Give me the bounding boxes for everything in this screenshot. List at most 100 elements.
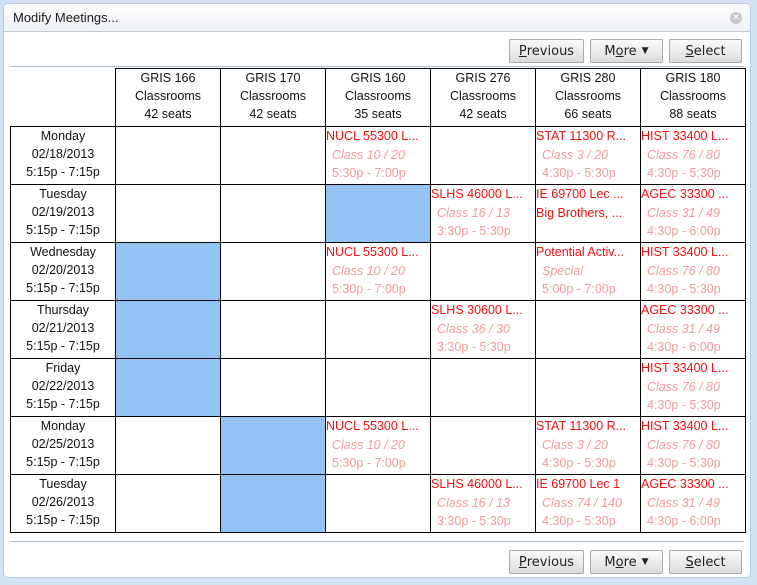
slot-date: 02/25/2013: [31, 437, 95, 451]
event-type-enrollment: Class 10 / 20: [332, 147, 405, 162]
room-seats: 35 seats: [354, 107, 402, 121]
event-title: IE 69700 Lec ...: [536, 187, 624, 201]
event-title: NUCL 55300 L...: [326, 129, 419, 143]
grid-cell-selected[interactable]: [115, 358, 221, 417]
grid-cell-booked[interactable]: NUCL 55300 L... Class 10 / 20 5:30p - 7:00…: [325, 126, 431, 185]
previous-accel: P: [518, 554, 527, 570]
slot-date: 02/19/2013: [31, 205, 95, 219]
slot-day: Friday: [45, 361, 81, 375]
grid-cell-booked[interactable]: STAT 11300 R... Class 3 / 20 4:30p - 5:30p: [535, 416, 641, 475]
room-header: GRIS 170 Classrooms 42 seats: [220, 68, 326, 127]
room-name: GRIS 166: [140, 71, 196, 85]
grid-cell-booked[interactable]: HIST 33400 L... Class 76 / 80 4:30p - 5:30…: [640, 126, 746, 185]
select-button[interactable]: Select: [669, 39, 742, 63]
grid-cell-booked[interactable]: HIST 33400 L... Class 76 / 80 4:30p - 5:30…: [640, 358, 746, 417]
grid-cell-empty[interactable]: [220, 126, 326, 185]
grid-cell-booked[interactable]: STAT 11300 R... Class 3 / 20 4:30p - 5:30p: [535, 126, 641, 185]
slot-date: 02/20/2013: [31, 263, 95, 277]
close-icon[interactable]: ×: [730, 12, 742, 24]
grid-cell-selected[interactable]: [115, 300, 221, 359]
room-header: GRIS 166 Classrooms 42 seats: [115, 68, 221, 127]
modify-meetings-dialog: Modify Meetings... × Previous Mo re ▼ Sele…: [4, 4, 750, 577]
grid-cell-booked[interactable]: IE 69700 Lec ... Big Brothers, ...: [535, 184, 641, 243]
grid-cell-empty[interactable]: [535, 358, 641, 417]
event-type-enrollment: Class 3 / 20: [542, 147, 609, 162]
previous-button-bottom[interactable]: Previous: [509, 550, 584, 574]
grid-cell-selected[interactable]: [115, 242, 221, 301]
room-header: GRIS 276 Classrooms 42 seats: [430, 68, 536, 127]
table-row: Monday 02/25/2013 5:15p - 7:15p NUCL 55300 …: [10, 416, 746, 475]
grid-cell-empty[interactable]: [115, 126, 221, 185]
event-time: 3:30p - 5:30p: [437, 224, 511, 238]
grid-cell-booked[interactable]: SLHS 46000 L... Class 16 / 13 3:30p - 5:30…: [430, 474, 536, 533]
select-button-bottom[interactable]: Select: [669, 550, 742, 574]
event-title: SLHS 46000 L...: [431, 477, 523, 491]
previous-button[interactable]: Previous: [509, 39, 584, 63]
grid-cell-empty[interactable]: [535, 300, 641, 359]
event-title: NUCL 55300 L...: [326, 245, 419, 259]
select-accel: S: [685, 554, 694, 570]
select-accel: S: [685, 43, 694, 59]
more-accel: o: [615, 43, 624, 59]
grid-cell-booked[interactable]: SLHS 46000 L... Class 16 / 13 3:30p - 5:30…: [430, 184, 536, 243]
grid-cell-empty[interactable]: [325, 474, 431, 533]
grid-cell-booked[interactable]: SLHS 30600 L... Class 36 / 30 3:30p - 5:30…: [430, 300, 536, 359]
grid-cell-empty[interactable]: [430, 358, 536, 417]
event-title: AGEC 33300 ...: [641, 303, 729, 317]
event-type-enrollment: Class 76 / 80: [647, 379, 720, 394]
grid-cell-empty[interactable]: [325, 300, 431, 359]
grid-cell-selected[interactable]: [220, 416, 326, 475]
grid-cell-empty[interactable]: [430, 416, 536, 475]
room-seats: 42 seats: [249, 107, 297, 121]
slot-day: Monday: [40, 129, 86, 143]
grid-cell-booked[interactable]: AGEC 33300 ... Class 31 / 49 4:30p - 6:00p: [640, 474, 746, 533]
room-name: GRIS 280: [560, 71, 616, 85]
grid-cell-selected[interactable]: [325, 184, 431, 243]
room-seats: 88 seats: [669, 107, 717, 121]
grid-cell-empty[interactable]: [220, 358, 326, 417]
top-button-bar: Previous Mo re ▼ Select: [509, 39, 742, 63]
slot-date: 02/18/2013: [31, 147, 95, 161]
room-seats: 66 seats: [564, 107, 612, 121]
grid-cell-empty[interactable]: [325, 358, 431, 417]
slot-time: 5:15p - 7:15p: [26, 513, 100, 527]
event-type-enrollment: Class 74 / 140: [542, 495, 622, 510]
previous-accel: P: [518, 43, 527, 59]
grid-cell-empty[interactable]: [430, 126, 536, 185]
grid-cell-booked[interactable]: NUCL 55300 L... Class 10 / 20 5:30p - 7:00…: [325, 242, 431, 301]
room-type: Classrooms: [135, 89, 201, 103]
event-time: 4:30p - 5:30p: [647, 456, 721, 470]
grid-cell-empty[interactable]: [220, 184, 326, 243]
grid-cell-empty[interactable]: [430, 242, 536, 301]
grid-cell-empty[interactable]: [115, 184, 221, 243]
room-name: GRIS 276: [455, 71, 511, 85]
event-type-enrollment: Class 76 / 80: [647, 147, 720, 162]
event-time: 4:30p - 5:30p: [647, 398, 721, 412]
grid-cell-empty[interactable]: [115, 416, 221, 475]
grid-cell-empty[interactable]: [220, 300, 326, 359]
dialog-titlebar[interactable]: Modify Meetings... ×: [4, 4, 750, 32]
event-time: 5:00p - 7:00p: [542, 282, 616, 296]
caret-down-icon: ▼: [641, 557, 649, 567]
event-title: NUCL 55300 L...: [326, 419, 419, 433]
event-description: Big Brothers, ...: [536, 205, 623, 220]
grid-cell-booked[interactable]: Potential Activ... Special 5:00p - 7:00p: [535, 242, 641, 301]
grid-cell-booked[interactable]: HIST 33400 L... Class 76 / 80 4:30p - 5:30…: [640, 416, 746, 475]
more-button[interactable]: Mo re ▼: [590, 39, 663, 63]
grid-cell-booked[interactable]: AGEC 33300 ... Class 31 / 49 4:30p - 6:00p: [640, 184, 746, 243]
event-time: 4:30p - 5:30p: [647, 166, 721, 180]
time-slot-header: Wednesday 02/20/2013 5:15p - 7:15p: [10, 242, 116, 301]
room-header: GRIS 160 Classrooms 35 seats: [325, 68, 431, 127]
grid-cell-selected[interactable]: [220, 474, 326, 533]
grid-cell-empty[interactable]: [220, 242, 326, 301]
grid-cell-booked[interactable]: AGEC 33300 ... Class 31 / 49 4:30p - 6:00p: [640, 300, 746, 359]
grid-cell-booked[interactable]: NUCL 55300 L... Class 10 / 20 5:30p - 7:00…: [325, 416, 431, 475]
grid-cell-empty[interactable]: [115, 474, 221, 533]
slot-time: 5:15p - 7:15p: [26, 165, 100, 179]
table-row: Tuesday 02/19/2013 5:15p - 7:15p SLHS 46000…: [10, 184, 746, 243]
grid-cell-booked[interactable]: IE 69700 Lec 1 Class 74 / 140 4:30p - 5:30…: [535, 474, 641, 533]
previous-label-rest: revious: [526, 554, 575, 570]
grid-cell-booked[interactable]: HIST 33400 L... Class 76 / 80 4:30p - 5:30…: [640, 242, 746, 301]
more-button-bottom[interactable]: Mo re ▼: [590, 550, 663, 574]
slot-day: Tuesday: [39, 477, 87, 491]
